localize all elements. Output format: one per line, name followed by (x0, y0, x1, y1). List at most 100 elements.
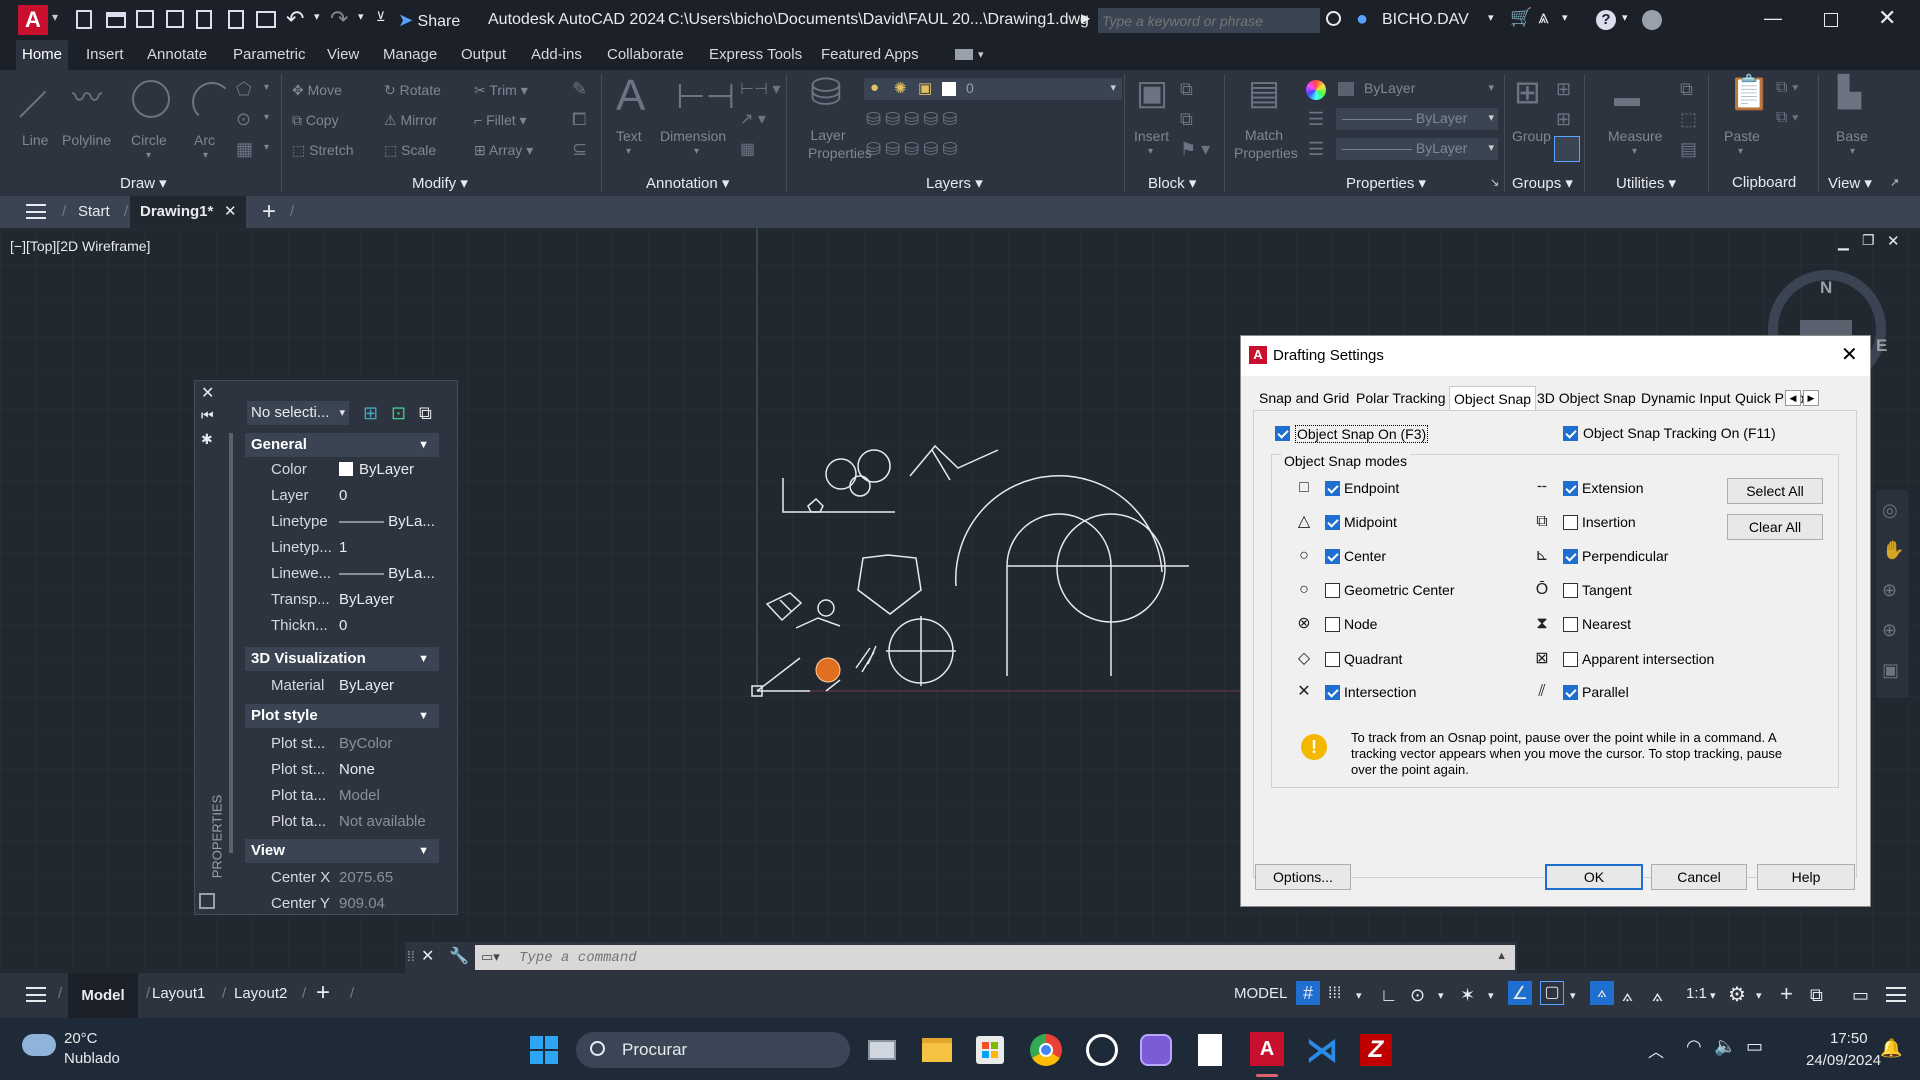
draw-panel-title[interactable]: Draw ▾ (120, 174, 167, 192)
command-input-box[interactable]: ▭▾ ▲ (475, 945, 1515, 970)
group-view[interactable]: View ▼ (245, 839, 439, 863)
undo-icon[interactable]: ↶ (286, 6, 304, 32)
quadrant-checkbox[interactable] (1325, 652, 1340, 667)
viewcube-north-label[interactable]: N (1820, 278, 1832, 298)
cart-icon[interactable]: 🛒 (1510, 7, 1532, 28)
annotation-panel-title[interactable]: Annotation ▾ (646, 174, 729, 192)
file-explorer-icon[interactable] (922, 1038, 952, 1062)
tab-drawing1[interactable]: Drawing1* ✕ (130, 196, 246, 228)
maximize-icon[interactable] (1824, 13, 1838, 27)
tab-polar-tracking[interactable]: Polar Tracking (1356, 386, 1445, 410)
tab-dynamic-input[interactable]: Dynamic Input (1641, 386, 1730, 410)
qat-saveas-icon[interactable] (166, 10, 184, 28)
qat-new-icon[interactable] (76, 10, 92, 29)
help-button[interactable]: Help (1757, 864, 1855, 890)
object-snap-tracking-label[interactable]: Object Snap Tracking On (F11) (1583, 425, 1776, 441)
tab-view[interactable]: View (321, 40, 365, 70)
color-wheel-icon[interactable] (1306, 80, 1326, 100)
vscode-icon[interactable]: ⋊ (1306, 1034, 1338, 1066)
edit-block-icon[interactable]: ⧉ (1180, 110, 1193, 128)
tab-featured-apps[interactable]: Featured Apps (815, 40, 925, 70)
group-3d-visualization[interactable]: 3D Visualization ▼ (245, 647, 439, 671)
tab-output[interactable]: Output (455, 40, 512, 70)
prop-row-lineweight[interactable]: Linewe... ——— ByLa... (245, 561, 439, 587)
tab-layout1[interactable]: Layout1 (152, 985, 205, 1002)
ribbon-view-dropdown-icon[interactable]: ▾ (978, 48, 984, 61)
tab-start[interactable]: Start (78, 196, 110, 228)
tab-scroll-right-icon[interactable]: ▶ (1803, 390, 1819, 406)
osnap-dropdown-icon[interactable]: ▾ (1570, 989, 1576, 1002)
viewport-minimize-icon[interactable]: ▁ (1838, 234, 1849, 251)
prop-value[interactable]: 0 (339, 613, 437, 639)
viewcube-east-label[interactable]: E (1876, 336, 1887, 356)
view-panel-expand-icon[interactable]: ↗ (1890, 176, 1899, 189)
whatsapp-icon[interactable] (1086, 1034, 1118, 1066)
palette-quick-calc-icon[interactable] (199, 893, 215, 909)
command-customize-icon[interactable]: 🔧 (449, 946, 469, 966)
ungroup-icon[interactable]: ⊞ (1556, 80, 1571, 98)
object-snap-icon[interactable]: ▢ (1540, 981, 1564, 1005)
geometric-center-label[interactable]: Geometric Center (1344, 582, 1454, 598)
ortho-icon[interactable]: ∟ (1380, 985, 1398, 1006)
center-checkbox[interactable] (1325, 549, 1340, 564)
tray-overflow-chevron-icon[interactable]: ︿ (1648, 1038, 1664, 1062)
volume-icon[interactable]: 🔈 (1714, 1036, 1736, 1057)
circle-dropdown-icon[interactable]: ▾ (146, 150, 151, 161)
model-space-toggle[interactable]: MODEL (1234, 985, 1287, 1002)
linetype-icon[interactable]: ☰ (1308, 140, 1324, 158)
layers-panel-title[interactable]: Layers ▾ (926, 174, 983, 192)
rectangle-dropdown-icon[interactable]: ▾ (264, 82, 269, 93)
prop-row-color[interactable]: Color ByLayer (245, 457, 439, 483)
autodesk-app-icon[interactable]: ⩓ (1538, 7, 1549, 29)
search-input[interactable] (1098, 8, 1320, 33)
insert-dropdown-icon[interactable]: ▾ (1148, 146, 1153, 157)
taskbar-search-box[interactable]: Procurar (576, 1032, 850, 1068)
qat-publish-icon[interactable] (228, 10, 244, 29)
object-snap-on-label[interactable]: Object Snap On (F3) (1295, 425, 1429, 443)
nearest-checkbox[interactable] (1563, 617, 1578, 632)
pan-hand-icon[interactable]: ✋ (1882, 540, 1904, 561)
tab-collaborate[interactable]: Collaborate (601, 40, 690, 70)
tab-express-tools[interactable]: Express Tools (703, 40, 808, 70)
grid-display-icon[interactable]: # (1296, 981, 1320, 1005)
text-tool[interactable]: A Text ▾ (612, 74, 652, 166)
rotate-tool[interactable]: ↻ Rotate (384, 82, 441, 99)
weather-temperature[interactable]: 20°C (64, 1030, 98, 1047)
tab-insert[interactable]: Insert (80, 40, 130, 70)
layout-menu-hamburger-icon[interactable] (26, 987, 46, 1002)
ribbon-view-toggle-icon[interactable] (955, 49, 973, 60)
tab-annotate[interactable]: Annotate (141, 40, 213, 70)
snap-dropdown-icon[interactable]: ▾ (1356, 989, 1362, 1002)
palette-close-icon[interactable]: ✕ (201, 383, 214, 403)
microsoft-store-icon[interactable] (976, 1036, 1004, 1064)
tab-add-ins[interactable]: Add-ins (525, 40, 588, 70)
prop-row-center-y[interactable]: Center Y 909.04 (245, 891, 439, 917)
expand-arrow-icon[interactable]: ▶ (1081, 11, 1090, 25)
properties-dialog-launcher-icon[interactable]: ↘ (1490, 176, 1499, 189)
insertion-checkbox[interactable] (1563, 515, 1578, 530)
user-name[interactable]: BICHO.DAV (1382, 11, 1469, 29)
viewport-restore-icon[interactable]: ❐ (1862, 232, 1875, 249)
base-dropdown-icon[interactable]: ▾ (1850, 146, 1855, 157)
command-close-icon[interactable]: ✕ (421, 946, 434, 966)
showmotion-icon[interactable]: ▣ (1882, 660, 1899, 681)
customize-statusbar-hamburger-icon[interactable] (1886, 987, 1906, 1002)
intersection-checkbox[interactable] (1325, 685, 1340, 700)
new-layout-icon[interactable]: + (316, 979, 330, 1007)
erase-icon[interactable]: ✎ (572, 80, 587, 98)
ellipse-dropdown-icon[interactable]: ▾ (264, 112, 269, 123)
chrome-icon[interactable] (1030, 1034, 1062, 1066)
object-snap-on-checkbox[interactable] (1275, 426, 1290, 441)
layer-dropdown[interactable]: ● ✺ ▣ 0 ▾ (864, 78, 1122, 100)
insertion-label[interactable]: Insertion (1582, 514, 1636, 530)
steering-wheel-icon[interactable]: ◎ (1882, 500, 1898, 521)
table-icon[interactable]: ▦ (740, 142, 755, 158)
array-tool[interactable]: ⊞ Array ▾ (474, 142, 533, 159)
qat-plot-icon[interactable] (256, 11, 276, 28)
measure-dropdown-icon[interactable]: ▾ (1632, 146, 1637, 157)
auto-scale-icon[interactable]: ⟑ (1622, 985, 1633, 1006)
leader-icon[interactable]: ↗ ▾ (740, 112, 766, 128)
weather-cloud-icon[interactable] (22, 1034, 56, 1056)
lineweight-icon[interactable]: ☰ (1308, 110, 1324, 128)
tab-manage[interactable]: Manage (377, 40, 443, 70)
